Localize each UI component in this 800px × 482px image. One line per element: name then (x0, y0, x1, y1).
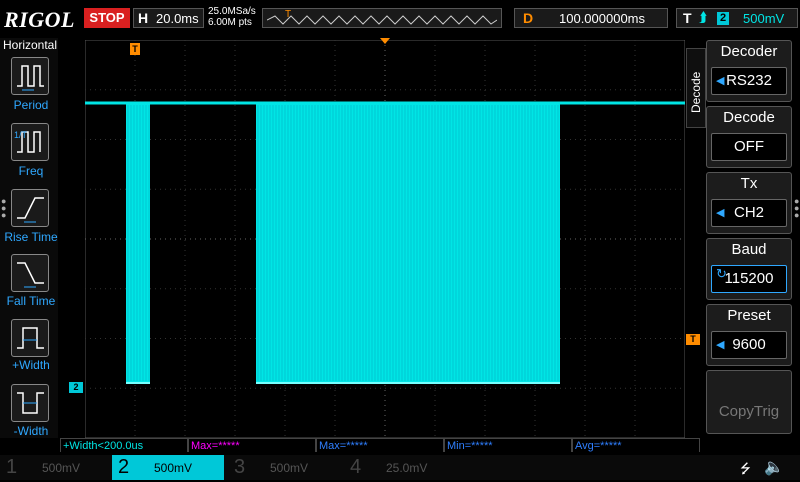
svg-text:1/T: 1/T (14, 130, 28, 140)
usb-icon: ⭍ (740, 461, 751, 476)
preset-title: Preset (727, 307, 771, 324)
select-arrow-icon: ◀ (716, 75, 725, 87)
tx-title: Tx (740, 175, 758, 192)
decode-toggle[interactable]: Decode OFF (706, 106, 792, 168)
fall-time-icon (17, 262, 44, 288)
trigger-level-marker[interactable]: T (686, 334, 700, 345)
decode-tab-label: Decode (689, 71, 703, 113)
freq-label: Freq (18, 164, 44, 178)
delay-value: 100.000000ms (559, 11, 646, 26)
channel-1-tab[interactable]: 1 500mV (0, 455, 112, 480)
decode-menu-tab[interactable]: Decode (686, 48, 706, 128)
preset-value: ◀ 9600 (711, 331, 787, 359)
waveform-display[interactable] (85, 40, 685, 438)
baud-select[interactable]: Baud ↻ 115200 (706, 238, 792, 300)
baud-title: Baud (731, 241, 767, 258)
decode-title: Decode (723, 109, 775, 126)
freq-button[interactable]: 1/T (11, 123, 49, 161)
center-position-marker (380, 38, 390, 44)
decoder-title: Decoder (720, 43, 778, 60)
copy-trig-label: CopyTrig (718, 403, 780, 420)
minus-width-label: -Width (13, 424, 49, 438)
rising-edge-icon: ⮭ (699, 9, 708, 25)
delay-box[interactable]: D 100.000000ms (514, 8, 668, 28)
decode-value: OFF (711, 133, 787, 161)
memory-waveform-icon (267, 15, 497, 25)
copy-trig-button[interactable]: CopyTrig (706, 370, 792, 434)
plus-width-button[interactable] (11, 319, 49, 357)
tx-value: ◀ CH2 (711, 199, 787, 227)
rise-time-label: Rise Time (4, 230, 58, 244)
channel-number: 4 (350, 456, 362, 478)
left-menu-page-dots: ● ● ● (1, 196, 7, 220)
speaker-muted-icon[interactable]: 🔈 (764, 457, 784, 477)
tx-source-select[interactable]: Tx ◀ CH2 (706, 172, 792, 234)
freq-icon: 1/T (14, 130, 41, 153)
plus-width-label: +Width (12, 358, 50, 372)
decoder-value: ◀ RS232 (711, 67, 787, 95)
run-stop-indicator[interactable]: STOP (84, 8, 130, 28)
minus-width-button[interactable] (11, 384, 49, 422)
menu-page-dots: ● ● ● (794, 196, 800, 220)
trigger-key: T (683, 10, 692, 26)
fall-time-label: Fall Time (6, 294, 56, 308)
measurement-item[interactable]: +Width<200.0us (60, 438, 188, 452)
memory-depth: 6.00M pts (208, 17, 252, 28)
rise-time-icon (17, 197, 44, 223)
channel-2-tab[interactable]: 2 500mV (112, 455, 224, 480)
channel-scale: 25.0mV (386, 461, 428, 475)
plus-width-icon (17, 327, 44, 349)
preset-select[interactable]: Preset ◀ 9600 (706, 304, 792, 366)
memory-position-bar[interactable]: T (262, 8, 502, 28)
channel-scale: 500mV (154, 461, 193, 475)
trigger-source-badge: 2 (717, 12, 729, 25)
channel-number: 1 (6, 456, 18, 478)
channel-4-tab[interactable]: 4 25.0mV (344, 455, 456, 480)
measurement-item[interactable]: Avg=***** (572, 438, 700, 452)
period-label: Period (13, 98, 49, 112)
rise-time-button[interactable] (11, 189, 49, 227)
minus-width-icon (17, 392, 44, 414)
select-arrow-icon: ◀ (716, 339, 725, 351)
trigger-position-top-marker[interactable]: T (130, 43, 140, 55)
channel-number: 3 (234, 456, 246, 478)
select-arrow-icon: ◀ (716, 207, 725, 219)
channel-scale: 500mV (42, 461, 81, 475)
trigger-level: 500mV (743, 11, 785, 26)
horizontal-key: H (138, 10, 149, 26)
measurement-item[interactable]: Max=***** (316, 438, 444, 452)
period-icon (17, 65, 44, 91)
baud-value: ↻ 115200 (711, 265, 787, 293)
fall-time-button[interactable] (11, 254, 49, 292)
channel-number: 2 (118, 456, 130, 478)
channel-scale: 500mV (270, 461, 309, 475)
delay-key: D (523, 10, 534, 26)
multifunction-knob-icon: ↻ (716, 266, 727, 281)
horizontal-timebase-box[interactable]: H 20.0ms (133, 8, 204, 28)
measurement-item[interactable]: Max=***** (188, 438, 316, 452)
sample-rate: 25.0MSa/s (208, 6, 256, 17)
trigger-box[interactable]: T ⮭ 2 500mV (676, 8, 798, 28)
channel-3-tab[interactable]: 3 500mV (228, 455, 340, 480)
rigol-logo: RIGOL (4, 7, 75, 32)
left-menu-title: Horizontal (2, 38, 58, 52)
acquisition-info: 25.0MSa/s 6.00M pts (208, 6, 256, 28)
period-button[interactable] (11, 57, 49, 95)
measurement-item[interactable]: Min=***** (444, 438, 572, 452)
timebase-value: 20.0ms (156, 11, 199, 26)
measurement-bar: +Width<200.0us Max=***** Max=***** Min=*… (60, 438, 700, 454)
ch2-ground-marker[interactable]: 2 (69, 382, 83, 393)
channel-status-bar: 1 500mV 2 500mV 3 500mV 4 25.0mV (0, 455, 800, 480)
data-burst-1 (126, 103, 150, 383)
decoder-select[interactable]: Decoder ◀ RS232 (706, 40, 792, 102)
